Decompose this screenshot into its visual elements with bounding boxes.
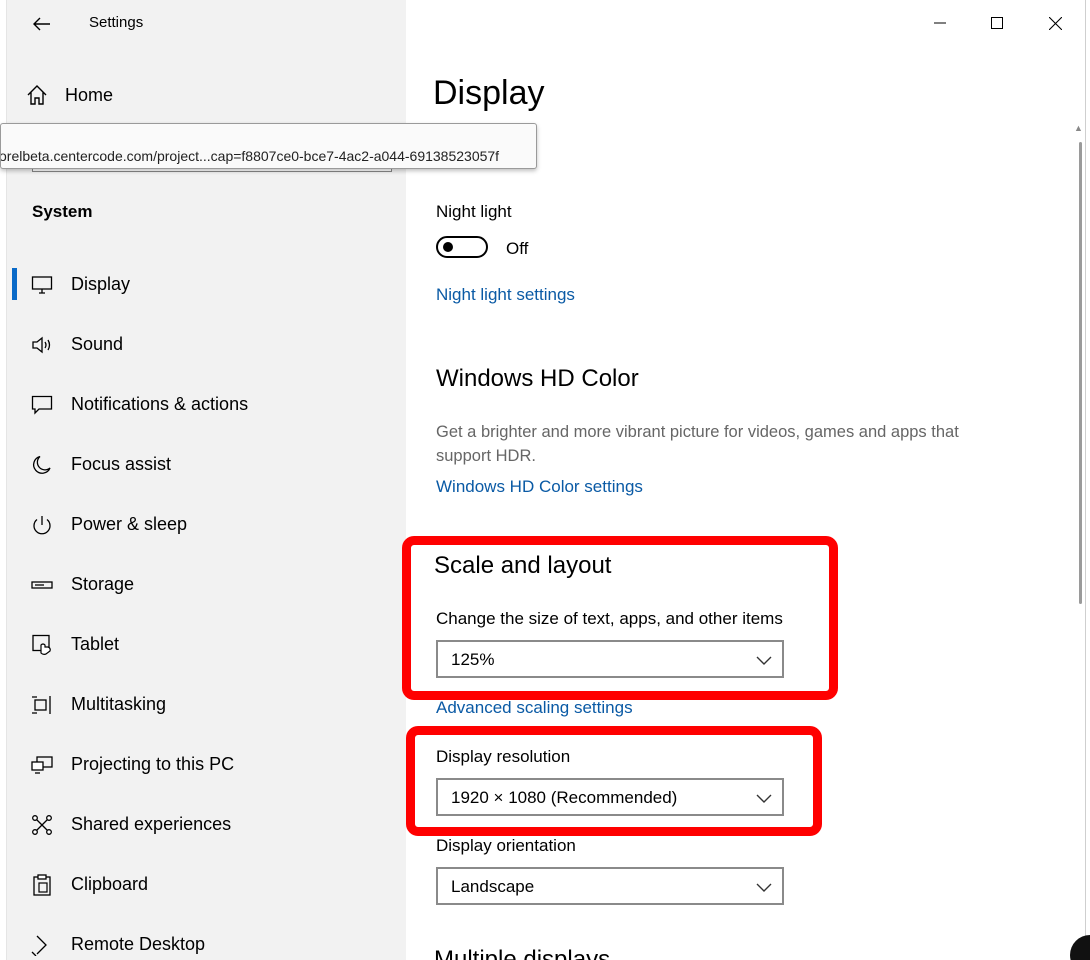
sidebar-item-multitasking[interactable]: Multitasking (12, 675, 412, 735)
sidebar-item-shared-experiences[interactable]: Shared experiences (12, 795, 412, 855)
scale-dropdown[interactable]: 125% (436, 640, 784, 678)
notification-icon (30, 393, 54, 417)
sidebar-item-label: Projecting to this PC (71, 754, 235, 774)
hd-color-description: Get a brighter and more vibrant picture … (436, 423, 959, 465)
page-title: Display (433, 74, 545, 112)
sidebar-item-storage[interactable]: Storage (12, 555, 412, 615)
shared-icon (30, 813, 54, 837)
orientation-dropdown[interactable]: Landscape (436, 867, 784, 905)
sidebar-item-clipboard[interactable]: Clipboard (12, 855, 412, 915)
window-title: Settings (89, 14, 144, 31)
toggle-knob (443, 242, 453, 252)
sidebar-item-label: Remote Desktop (71, 934, 206, 954)
maximize-button[interactable] (968, 0, 1026, 46)
minimize-button[interactable] (911, 0, 969, 46)
minimize-icon (934, 22, 946, 24)
active-indicator (12, 268, 17, 300)
sidebar-item-tablet[interactable]: Tablet (12, 615, 412, 675)
home-icon (26, 84, 48, 106)
resolution-dropdown[interactable]: 1920 × 1080 (Recommended) (436, 778, 784, 816)
sidebar-item-label: Storage (71, 574, 135, 594)
remote-desktop-icon (30, 933, 54, 957)
sidebar-item-remote-desktop[interactable]: Remote Desktop (12, 915, 412, 960)
sidebar-item-display[interactable]: Display (12, 255, 412, 315)
sidebar-item-label: Power & sleep (71, 514, 188, 534)
hd-color-heading: Windows HD Color (436, 365, 639, 392)
power-icon (30, 513, 54, 537)
speaker-icon (30, 333, 54, 357)
sidebar-item-notifications[interactable]: Notifications & actions (12, 375, 412, 435)
multitasking-icon (30, 693, 54, 717)
monitor-icon (30, 273, 54, 297)
window-right-edge (1085, 0, 1090, 960)
scrollbar[interactable] (1075, 130, 1085, 960)
night-light-toggle[interactable] (436, 236, 488, 258)
scale-value: 125% (451, 650, 495, 669)
night-light-label: Night light (436, 202, 512, 221)
sidebar-section-title: System (32, 202, 93, 221)
maximize-icon (991, 17, 1003, 29)
resolution-value: 1920 × 1080 (Recommended) (451, 788, 678, 807)
chevron-down-icon (756, 883, 772, 892)
back-button[interactable] (26, 8, 58, 40)
display-orientation-label: Display orientation (436, 836, 576, 855)
sidebar-item-label: Tablet (71, 634, 120, 654)
text-size-label: Change the size of text, apps, and other… (436, 609, 783, 628)
tooltip-text: orelbeta.centercode.com/project...cap=f8… (0, 148, 500, 164)
clipboard-icon (30, 873, 54, 897)
sidebar-item-label: Home (65, 85, 114, 105)
moon-icon (30, 453, 54, 477)
hd-color-settings-link[interactable]: Windows HD Color settings (436, 477, 643, 497)
orientation-value: Landscape (451, 877, 535, 896)
storage-icon (30, 573, 54, 597)
close-icon (1048, 16, 1062, 30)
chevron-down-icon (756, 794, 772, 803)
sidebar-item-label: Display (71, 274, 131, 294)
sidebar-item-sound[interactable]: Sound (12, 315, 412, 375)
night-light-settings-link[interactable]: Night light settings (436, 285, 575, 305)
sidebar-item-label: Clipboard (71, 874, 149, 894)
tablet-icon (30, 633, 54, 657)
projecting-icon (30, 753, 54, 777)
display-resolution-label: Display resolution (436, 747, 571, 766)
sidebar-item-label: Sound (71, 334, 124, 354)
back-arrow-icon (33, 17, 50, 31)
advanced-scaling-link[interactable]: Advanced scaling settings (436, 698, 633, 718)
sidebar-item-label: Shared experiences (71, 814, 232, 834)
close-button[interactable] (1026, 0, 1084, 46)
scrollbar-thumb[interactable] (1079, 142, 1082, 604)
sidebar-item-label: Focus assist (71, 454, 172, 474)
sidebar-item-label: Notifications & actions (71, 394, 249, 414)
sidebar-item-home[interactable]: Home (6, 72, 406, 118)
url-tooltip: orelbeta.centercode.com/project...cap=f8… (0, 123, 537, 169)
sidebar-item-power-sleep[interactable]: Power & sleep (12, 495, 412, 555)
settings-window: Settings System Display Sound Notificati… (0, 0, 1090, 960)
sidebar-item-focus-assist[interactable]: Focus assist (12, 435, 412, 495)
scale-layout-heading: Scale and layout (434, 552, 612, 579)
sidebar-nav: Display Sound Notifications & actions Fo… (12, 255, 412, 960)
sidebar-item-projecting[interactable]: Projecting to this PC (12, 735, 412, 795)
sidebar-item-label: Multitasking (71, 694, 167, 714)
chevron-down-icon (756, 656, 772, 665)
night-light-state: Off (506, 239, 529, 258)
multiple-displays-heading: Multiple displays (434, 946, 611, 960)
